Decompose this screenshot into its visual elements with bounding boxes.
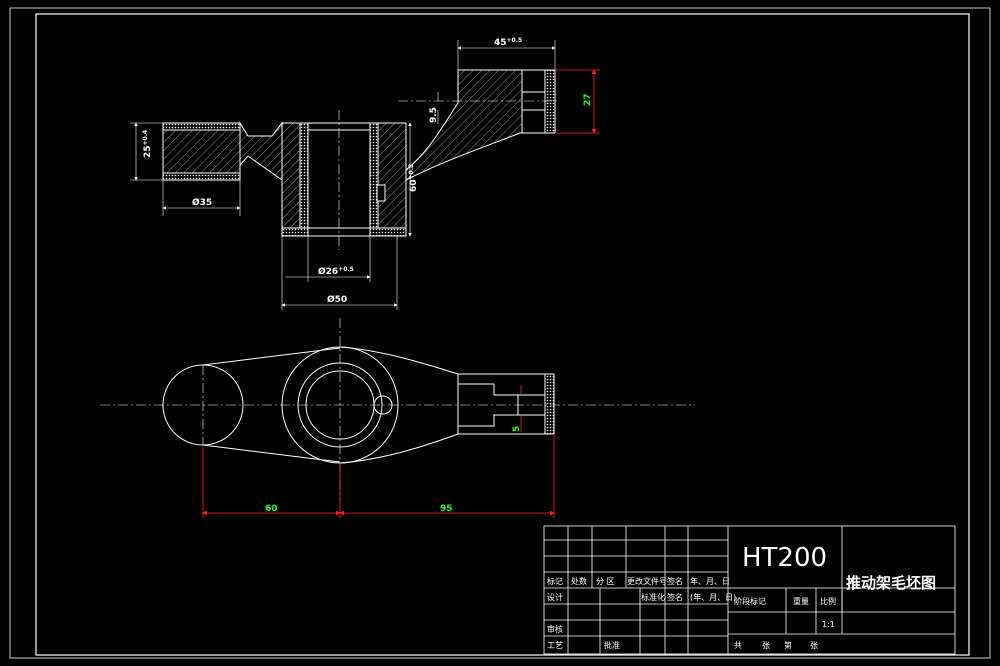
drawing-title: 推动架毛坯图	[846, 574, 936, 592]
tb-mark: 标记	[547, 576, 563, 586]
dim-25: 25+0.4	[142, 130, 153, 158]
dim-dia-26: Ø26+0.5	[318, 266, 354, 277]
tb-weight: 重量	[793, 596, 809, 606]
dim-60-horizontal: 60	[265, 504, 278, 514]
tb-standardize: 标准化	[641, 592, 665, 602]
tb-change-doc: 更改文件号	[627, 576, 667, 586]
tb-date-2: (年、月、日)	[690, 592, 736, 602]
tb-zone: 分 区	[596, 577, 615, 586]
tb-review: 审核	[547, 624, 563, 634]
tb-scale-label: 比例	[820, 596, 836, 606]
tb-date: 年、月、日	[690, 576, 730, 586]
dim-27: 27	[583, 93, 593, 106]
tb-sign: 签名	[667, 576, 683, 586]
tb-sheet-no: 第	[784, 640, 792, 650]
tb-sheet-unit2: 张	[810, 641, 818, 650]
dim-45: 45+0.5	[494, 37, 522, 48]
dim-dia-50: Ø50	[327, 294, 347, 305]
tb-stage-mark: 阶段标记	[734, 596, 766, 606]
tb-sheets-unit: 张	[762, 641, 770, 650]
tb-count: 处数	[571, 576, 587, 586]
tb-process: 工艺	[547, 641, 563, 650]
tb-design: 设计	[547, 592, 563, 602]
cad-drawing: 45+0.5 27 9.5 25+0.4 Ø35 Ø26+0.5 Ø50 60+…	[9, 7, 991, 659]
dim-9-5: 9.5	[429, 107, 439, 123]
section-view	[162, 69, 556, 237]
dim-dia-35: Ø35	[192, 197, 212, 208]
dim-95: 95	[440, 504, 453, 514]
dim-5: 5	[512, 426, 522, 432]
tb-approve: 批准	[604, 640, 620, 650]
tb-sheets-total: 共	[734, 641, 742, 650]
tb-scale-value: 1:1	[822, 620, 835, 629]
material-label: HT200	[742, 543, 827, 573]
tb-sign-2: 签名	[667, 592, 683, 602]
